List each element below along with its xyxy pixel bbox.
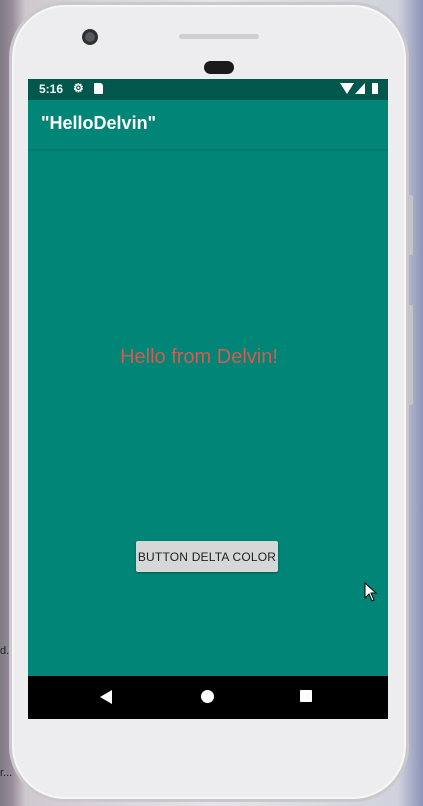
volume-button	[408, 195, 413, 255]
home-icon[interactable]	[201, 690, 214, 703]
power-button	[408, 305, 413, 405]
cellular-signal-icon	[355, 83, 365, 94]
delta-color-button[interactable]: BUTTON DELTA COLOR	[136, 541, 278, 572]
background-text-fragment: d.	[0, 645, 10, 657]
greeting-text: Hello from Delvin!	[120, 346, 278, 368]
proximity-sensor	[204, 61, 234, 74]
page-title: "HelloDelvin"	[41, 113, 157, 133]
navigation-bar	[28, 676, 388, 719]
mouse-cursor-icon	[364, 582, 378, 602]
back-icon[interactable]	[100, 690, 112, 704]
gear-icon: ⚙	[73, 81, 84, 95]
status-time: 5:16	[39, 82, 64, 96]
recents-icon[interactable]	[300, 690, 312, 702]
background-text-fragment: r...	[0, 767, 13, 779]
device-screen: 5:16 ⚙ "HelloDelvin" Hello from Delvin! …	[28, 79, 388, 719]
battery-icon	[372, 83, 378, 94]
app-bar: "HelloDelvin"	[28, 100, 388, 149]
earpiece-speaker	[179, 34, 259, 39]
front-camera	[82, 29, 98, 45]
status-bar: 5:16 ⚙	[28, 79, 388, 100]
sd-card-icon	[94, 83, 103, 94]
main-content: Hello from Delvin! BUTTON DELTA COLOR	[28, 149, 388, 676]
wifi-icon	[340, 83, 354, 94]
